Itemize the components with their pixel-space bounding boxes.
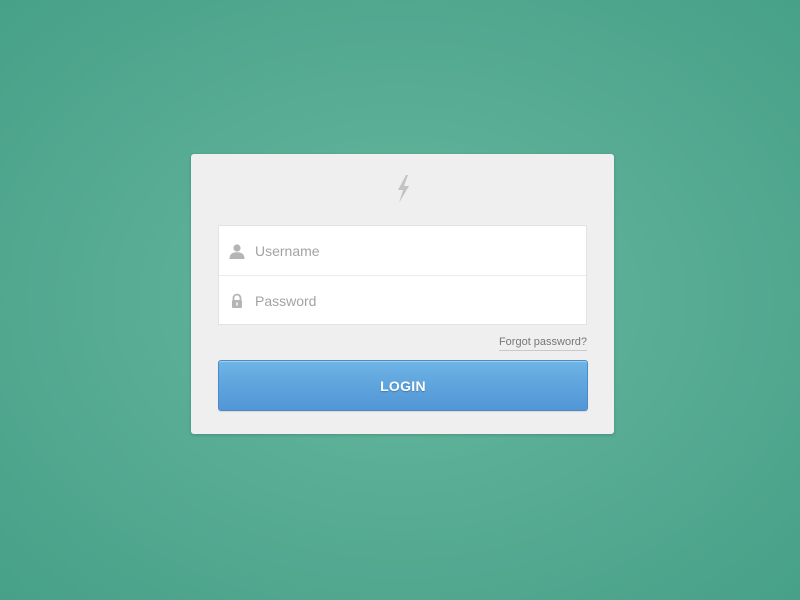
lock-icon xyxy=(229,293,245,309)
credentials-fields xyxy=(218,225,587,325)
forgot-password-link[interactable]: Forgot password? xyxy=(498,336,587,351)
username-field-row xyxy=(219,226,586,275)
password-field-row xyxy=(219,275,586,325)
login-button[interactable]: LOGIN xyxy=(218,360,588,411)
username-input[interactable] xyxy=(255,235,565,266)
lightning-bolt-icon xyxy=(393,174,413,204)
password-input[interactable] xyxy=(255,285,565,316)
login-card: Forgot password? LOGIN xyxy=(191,154,614,434)
user-icon xyxy=(229,243,245,259)
